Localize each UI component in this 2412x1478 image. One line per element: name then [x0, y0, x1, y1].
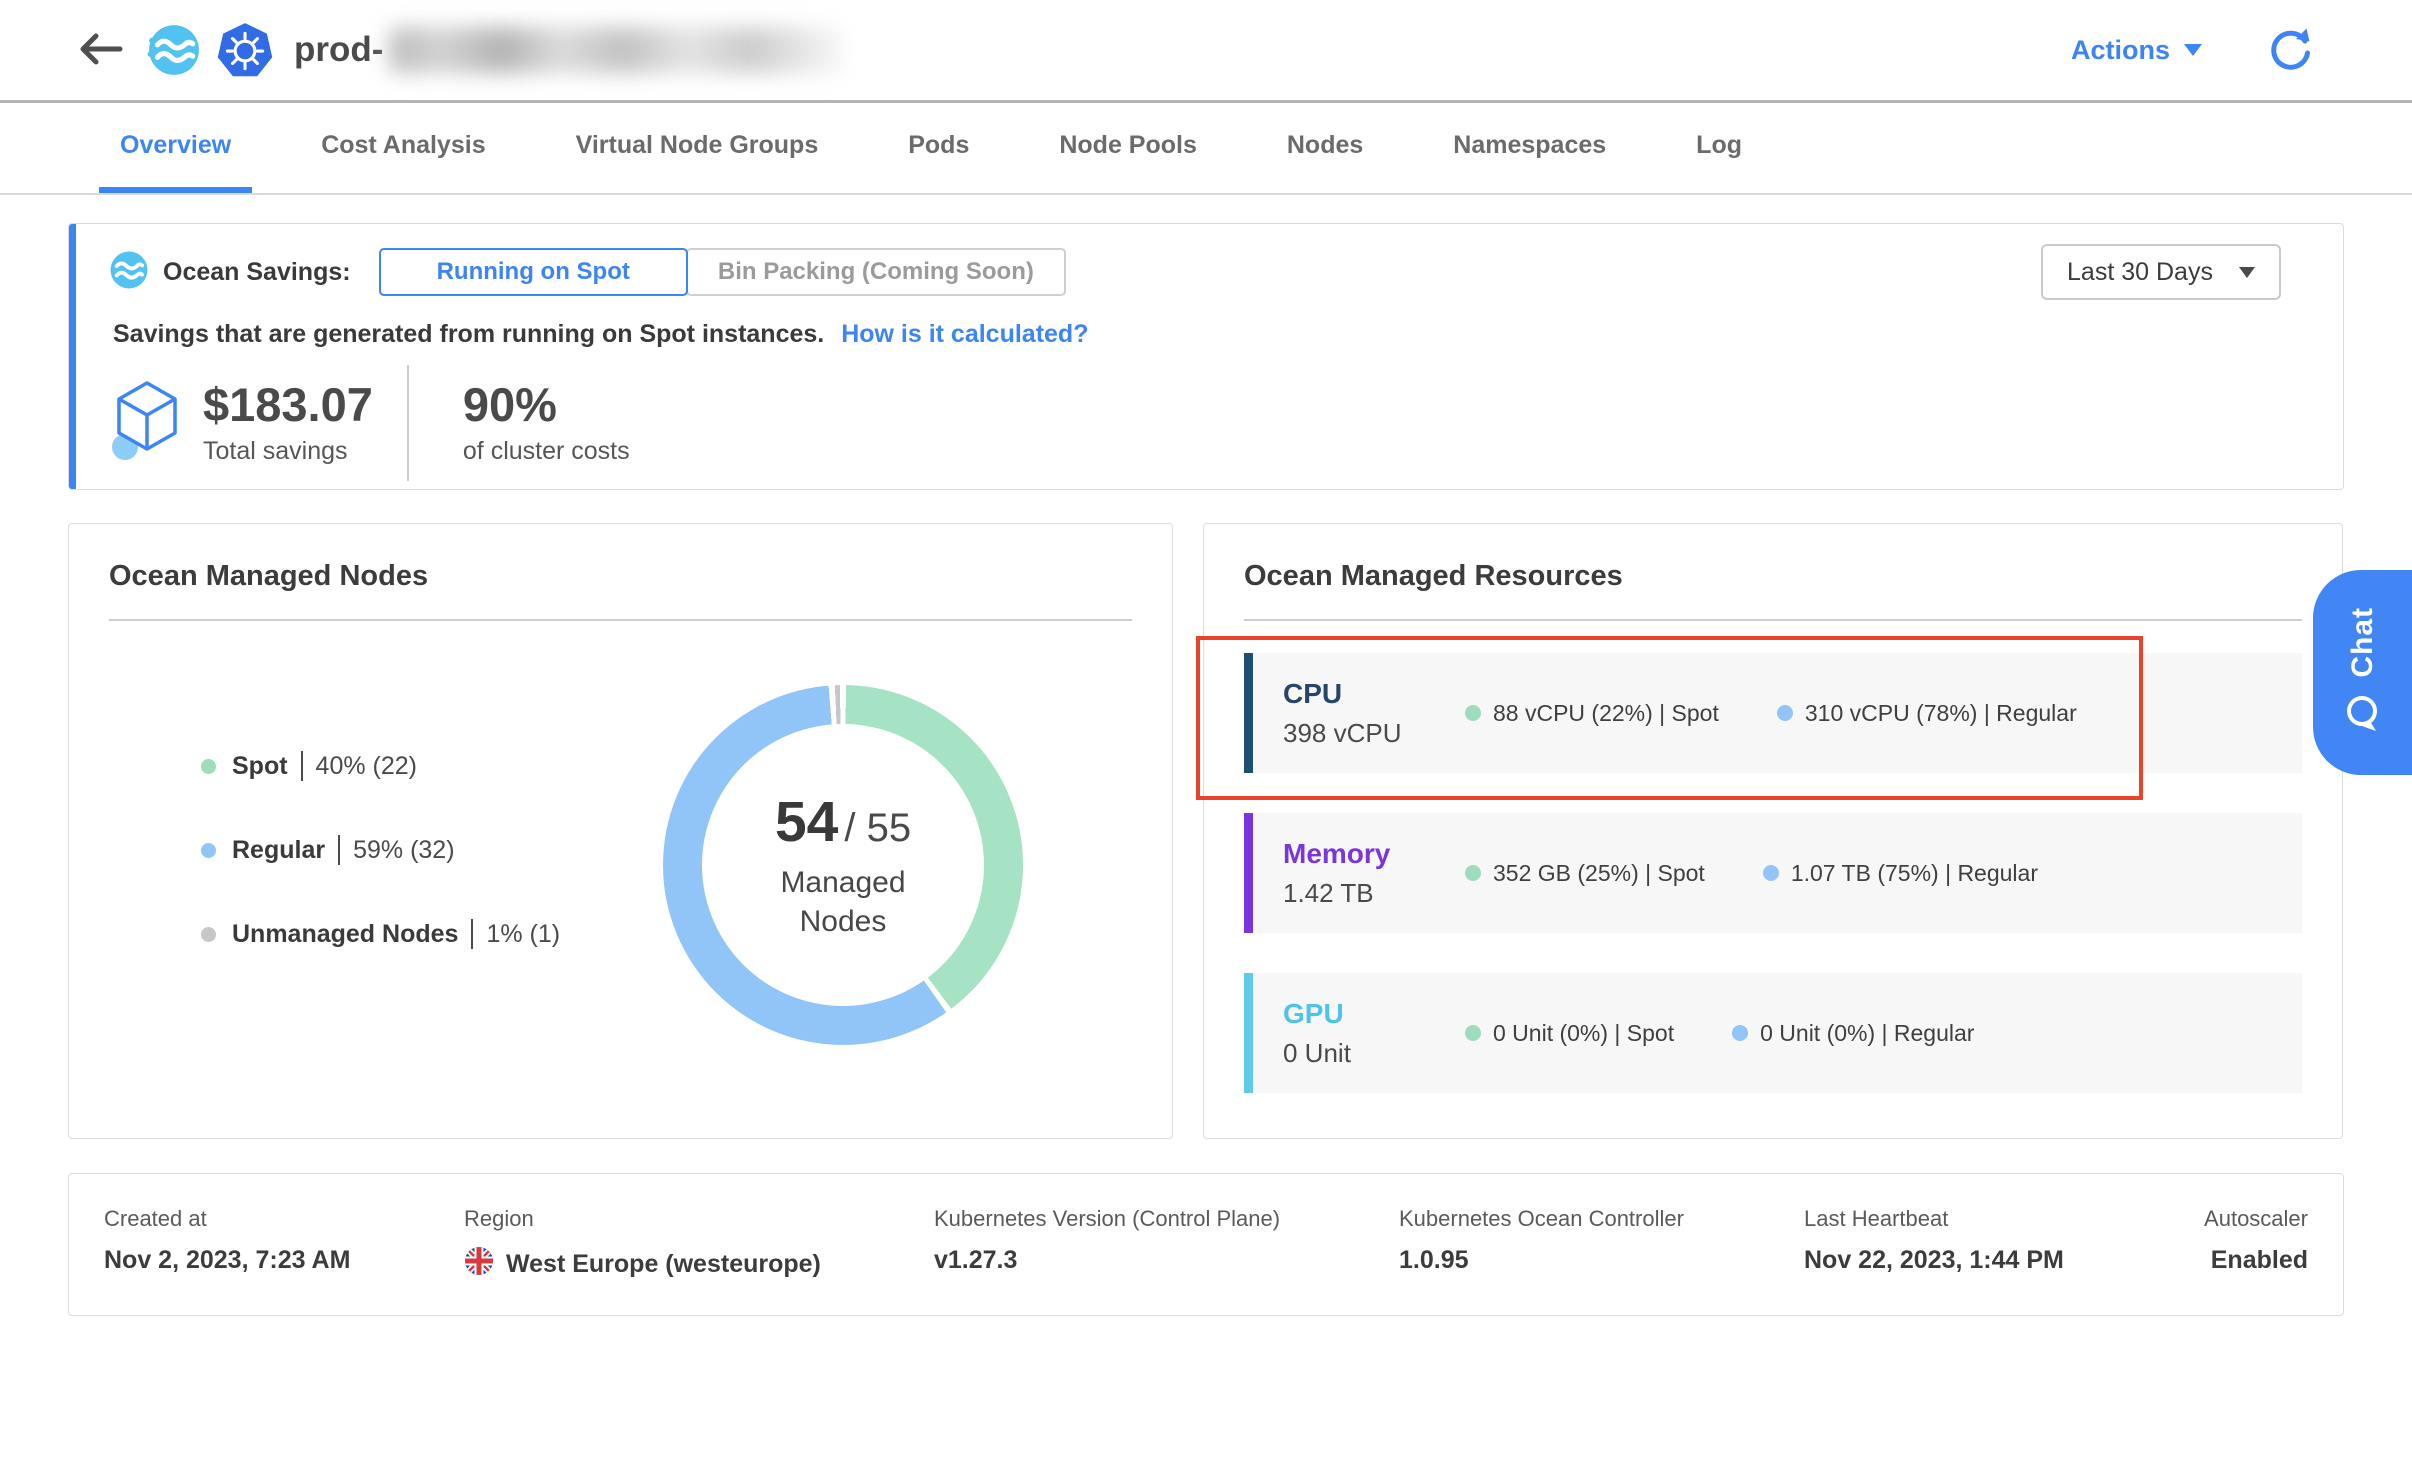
- cpu-accent-bar: [1244, 653, 1253, 773]
- cluster-tabbar: Overview Cost Analysis Virtual Node Grou…: [0, 103, 2412, 195]
- memory-accent-bar: [1244, 813, 1253, 933]
- back-button[interactable]: [76, 30, 124, 71]
- cluster-name-redacted: [389, 27, 841, 73]
- managed-nodes-count: 54: [775, 789, 838, 855]
- stats-divider: [407, 365, 409, 481]
- cpu-total: 398 vCPU: [1283, 718, 1465, 749]
- total-savings-value: $183.07: [203, 380, 373, 429]
- memory-spot-stat: 352 GB (25%) | Spot: [1465, 860, 1705, 887]
- ocean-managed-nodes-card: Ocean Managed Nodes Spot 40% (22) Regula…: [68, 523, 1173, 1139]
- ocean-savings-card: Ocean Savings: Running on Spot Bin Packi…: [68, 223, 2344, 490]
- spot-dot: [1465, 705, 1481, 721]
- actions-button[interactable]: Actions: [2065, 34, 2208, 67]
- regular-dot: [1732, 1025, 1748, 1041]
- chevron-down-icon: [2239, 267, 2255, 278]
- arrow-left-icon: [76, 30, 124, 71]
- spot-dot: [201, 759, 216, 774]
- autoscaler-cell: Autoscaler Enabled: [2179, 1206, 2308, 1283]
- tab-overview[interactable]: Overview: [99, 103, 252, 193]
- legend-item-unmanaged: Unmanaged Nodes 1% (1): [201, 919, 560, 949]
- cpu-regular-stat: 310 vCPU (78%) | Regular: [1777, 700, 2077, 727]
- resource-row-memory: Memory 1.42 TB 352 GB (25%) | Spot 1.07 …: [1244, 813, 2302, 933]
- spot-dot: [1465, 1025, 1481, 1041]
- savings-percent-label: of cluster costs: [463, 437, 630, 466]
- spot-dot: [1465, 865, 1481, 881]
- period-dropdown-value: Last 30 Days: [2067, 258, 2213, 287]
- donut-center-label: Managed Nodes: [753, 863, 933, 941]
- ocean-wave-icon: [146, 23, 200, 77]
- ocean-managed-resources-card: Ocean Managed Resources CPU 398 vCPU 88 …: [1203, 523, 2343, 1139]
- tab-namespaces[interactable]: Namespaces: [1432, 103, 1627, 193]
- resources-card-title: Ocean Managed Resources: [1244, 560, 2302, 593]
- gpu-total: 0 Unit: [1283, 1038, 1465, 1069]
- last-heartbeat-cell: Last Heartbeat Nov 22, 2023, 1:44 PM: [1804, 1206, 2179, 1283]
- gpu-regular-stat: 0 Unit (0%) | Regular: [1732, 1020, 1974, 1047]
- resource-row-cpu: CPU 398 vCPU 88 vCPU (22%) | Spot 310 vC…: [1244, 653, 2302, 773]
- chat-bubble-icon: [2343, 693, 2383, 738]
- ocean-savings-label: Ocean Savings:: [163, 258, 351, 287]
- refresh-icon: [2266, 26, 2312, 75]
- gpu-spot-stat: 0 Unit (0%) | Spot: [1465, 1020, 1674, 1047]
- tab-node-pools[interactable]: Node Pools: [1038, 103, 1218, 193]
- regular-dot: [1763, 865, 1779, 881]
- ocean-savings-icon: [109, 250, 149, 295]
- cluster-title-prefix: prod-: [294, 30, 383, 70]
- kubernetes-helm-icon: [216, 21, 274, 79]
- memory-label: Memory: [1283, 838, 1465, 870]
- legend-item-regular: Regular 59% (32): [201, 835, 560, 865]
- overview-page: Ocean Savings: Running on Spot Bin Packi…: [0, 223, 2412, 1316]
- tab-cost-analysis[interactable]: Cost Analysis: [300, 103, 506, 193]
- tab-nodes[interactable]: Nodes: [1266, 103, 1384, 193]
- chevron-down-icon: [2184, 44, 2202, 56]
- title-divider: [1244, 619, 2302, 621]
- tab-pods[interactable]: Pods: [887, 103, 990, 193]
- tab-virtual-node-groups[interactable]: Virtual Node Groups: [555, 103, 840, 193]
- savings-description: Savings that are generated from running …: [113, 320, 824, 348]
- cpu-label: CPU: [1283, 678, 1465, 710]
- gpu-accent-bar: [1244, 973, 1253, 1093]
- cpu-spot-stat: 88 vCPU (22%) | Spot: [1465, 700, 1719, 727]
- savings-mode-toggle: Running on Spot Bin Packing (Coming Soon…: [379, 248, 1066, 296]
- how-calculated-link[interactable]: How is it calculated?: [841, 320, 1088, 348]
- bin-packing-toggle[interactable]: Bin Packing (Coming Soon): [686, 248, 1066, 296]
- ocean-controller-cell: Kubernetes Ocean Controller 1.0.95: [1399, 1206, 1804, 1283]
- app-header: prod- Actions: [0, 0, 2412, 103]
- nodes-card-title: Ocean Managed Nodes: [109, 560, 1132, 593]
- period-dropdown[interactable]: Last 30 Days: [2041, 244, 2281, 300]
- k8s-version-cell: Kubernetes Version (Control Plane) v1.27…: [934, 1206, 1399, 1283]
- regular-dot: [201, 843, 216, 858]
- region-value: West Europe (westeurope): [506, 1250, 821, 1279]
- unmanaged-dot: [201, 927, 216, 942]
- chat-button[interactable]: Chat: [2313, 570, 2412, 775]
- regular-dot: [1777, 705, 1793, 721]
- actions-label: Actions: [2071, 35, 2170, 66]
- memory-total: 1.42 TB: [1283, 878, 1465, 909]
- nodes-legend: Spot 40% (22) Regular 59% (32) Unmanaged…: [201, 751, 560, 949]
- donut-chart: 54 / 55 Managed Nodes: [663, 685, 1023, 1045]
- legend-item-spot: Spot 40% (22): [201, 751, 560, 781]
- running-on-spot-toggle[interactable]: Running on Spot: [379, 248, 688, 296]
- savings-percent-value: 90%: [463, 380, 630, 429]
- chat-label: Chat: [2346, 607, 2380, 678]
- region-cell: Region West Europe (westeurope): [464, 1206, 934, 1283]
- memory-regular-stat: 1.07 TB (75%) | Regular: [1763, 860, 2038, 887]
- created-at-cell: Created at Nov 2, 2023, 7:23 AM: [104, 1206, 464, 1283]
- resource-row-gpu: GPU 0 Unit 0 Unit (0%) | Spot 0 Unit (0%…: [1244, 973, 2302, 1093]
- savings-accent-bar: [69, 224, 76, 489]
- cluster-info-bar: Created at Nov 2, 2023, 7:23 AM Region: [68, 1173, 2344, 1316]
- refresh-button[interactable]: [2266, 26, 2312, 75]
- cube-icon: [111, 377, 183, 470]
- gpu-label: GPU: [1283, 998, 1465, 1030]
- total-nodes-count: / 55: [844, 806, 911, 851]
- total-savings-label: Total savings: [203, 437, 373, 466]
- tab-log[interactable]: Log: [1675, 103, 1763, 193]
- uk-flag-icon: [464, 1246, 494, 1283]
